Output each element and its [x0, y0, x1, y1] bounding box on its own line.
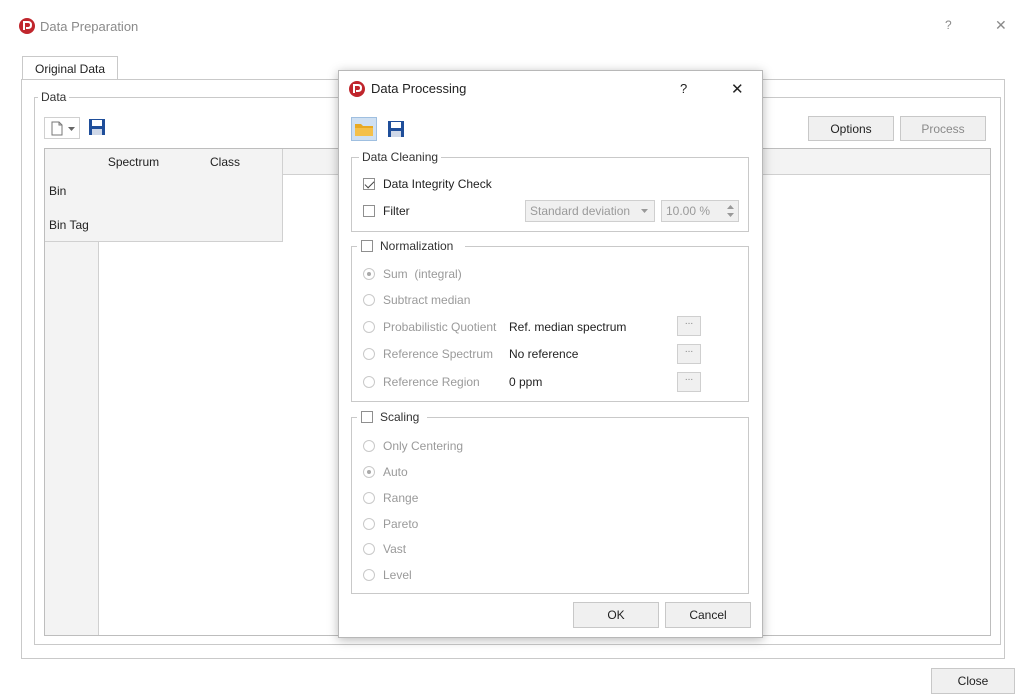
window-title: Data Preparation [40, 19, 139, 34]
new-file-icon [51, 121, 63, 136]
chevron-down-icon [68, 127, 75, 131]
radio-probabilistic-quotient[interactable] [363, 321, 375, 333]
radio-subtract-median[interactable] [363, 294, 375, 306]
probabilistic-quotient-label: Probabilistic Quotient [383, 320, 497, 334]
filter-method-select[interactable]: Standard deviation [525, 200, 655, 222]
help-button[interactable]: ? [945, 18, 952, 32]
browse-reference-region-button[interactable]: ... [677, 372, 701, 392]
browse-label: ... [684, 316, 694, 327]
normalization-title: Normalization [357, 239, 465, 255]
open-folder-button[interactable] [351, 117, 377, 141]
table-corner [45, 149, 100, 175]
sum-integral-label: Sum (integral) [383, 267, 462, 281]
scaling-label: Scaling [380, 410, 420, 424]
reference-spectrum-label: Reference Spectrum [383, 347, 494, 361]
row-header-label: Bin [49, 184, 67, 198]
subtract-median-label: Subtract median [383, 293, 471, 307]
radio-pareto[interactable] [363, 518, 375, 530]
table-cell[interactable] [168, 208, 283, 242]
filter-value: 10.00 % [666, 204, 711, 218]
row-header[interactable]: Bin [45, 174, 100, 209]
radio-level[interactable] [363, 569, 375, 581]
close-window-button[interactable]: ✕ [995, 17, 1007, 34]
row-header[interactable]: Bin Tag [45, 208, 100, 242]
close-button-label: Close [957, 674, 989, 688]
scaling-checkbox[interactable] [361, 411, 373, 423]
app-logo-icon [19, 18, 35, 34]
data-cleaning-title: Data Cleaning [359, 150, 442, 164]
table-cell[interactable] [99, 174, 169, 209]
column-header-label: Class [209, 154, 240, 169]
ok-button[interactable]: OK [573, 602, 659, 628]
column-header-label: Spectrum [107, 154, 160, 169]
filter-label: Filter [383, 204, 410, 218]
radio-reference-spectrum[interactable] [363, 348, 375, 360]
reference-region-label: Reference Region [383, 375, 480, 389]
table-cell[interactable] [168, 174, 283, 209]
vast-label: Vast [383, 542, 407, 556]
data-processing-dialog: Data Processing ? ✕ Data Cleaning Data I… [338, 70, 763, 638]
reference-spectrum-value: No reference [509, 347, 579, 361]
new-file-button[interactable] [44, 117, 80, 139]
dialog-title: Data Processing [371, 81, 467, 96]
data-integrity-label: Data Integrity Check [383, 177, 492, 191]
radio-only-centering[interactable] [363, 440, 375, 452]
browse-reference-median-button[interactable]: ... [677, 316, 701, 336]
cancel-label: Cancel [689, 608, 727, 622]
folder-icon [355, 124, 373, 136]
only-centering-label: Only Centering [383, 439, 464, 453]
browse-reference-spectrum-button[interactable]: ... [677, 344, 701, 364]
data-integrity-checkbox[interactable] [363, 178, 375, 190]
options-label: Options [830, 121, 872, 136]
scaling-title: Scaling [357, 410, 427, 426]
column-header[interactable]: Class [168, 149, 283, 175]
browse-label: ... [684, 344, 694, 355]
dialog-close-button[interactable]: ✕ [731, 80, 744, 98]
app-logo-icon [349, 81, 365, 97]
probabilistic-quotient-value: Ref. median spectrum [509, 320, 627, 334]
filter-method-value: Standard deviation [530, 204, 631, 218]
data-group-title: Data [38, 90, 70, 104]
cancel-button[interactable]: Cancel [665, 602, 751, 628]
radio-auto[interactable] [363, 466, 375, 478]
spin-arrows-icon [727, 205, 734, 217]
filter-checkbox[interactable] [363, 205, 375, 217]
normalization-label: Normalization [380, 239, 454, 253]
auto-label: Auto [383, 465, 408, 479]
close-button[interactable]: Close [931, 668, 1015, 694]
column-header[interactable]: Spectrum [99, 149, 169, 175]
ok-label: OK [607, 608, 625, 622]
table-cell[interactable] [99, 208, 169, 242]
normalization-checkbox[interactable] [361, 240, 373, 252]
row-header-label: Bin Tag [49, 217, 89, 232]
save-icon[interactable] [387, 120, 405, 138]
level-label: Level [383, 568, 412, 582]
tab-original-data[interactable]: Original Data [22, 56, 118, 80]
radio-range[interactable] [363, 492, 375, 504]
process-label: Process [921, 121, 965, 136]
pareto-label: Pareto [383, 517, 419, 531]
chevron-down-icon [641, 209, 648, 213]
save-icon[interactable] [88, 118, 106, 136]
dialog-help-button[interactable]: ? [680, 81, 687, 96]
range-label: Range [383, 491, 419, 505]
filter-value-spinbox[interactable]: 10.00 % [661, 200, 739, 222]
radio-sum-integral[interactable] [363, 268, 375, 280]
options-button[interactable]: Options [808, 116, 894, 141]
process-button[interactable]: Process [900, 116, 986, 141]
radio-vast[interactable] [363, 543, 375, 555]
reference-region-value: 0 ppm [509, 375, 543, 389]
browse-label: ... [684, 372, 694, 383]
radio-reference-region[interactable] [363, 376, 375, 388]
tab-label: Original Data [34, 61, 106, 76]
